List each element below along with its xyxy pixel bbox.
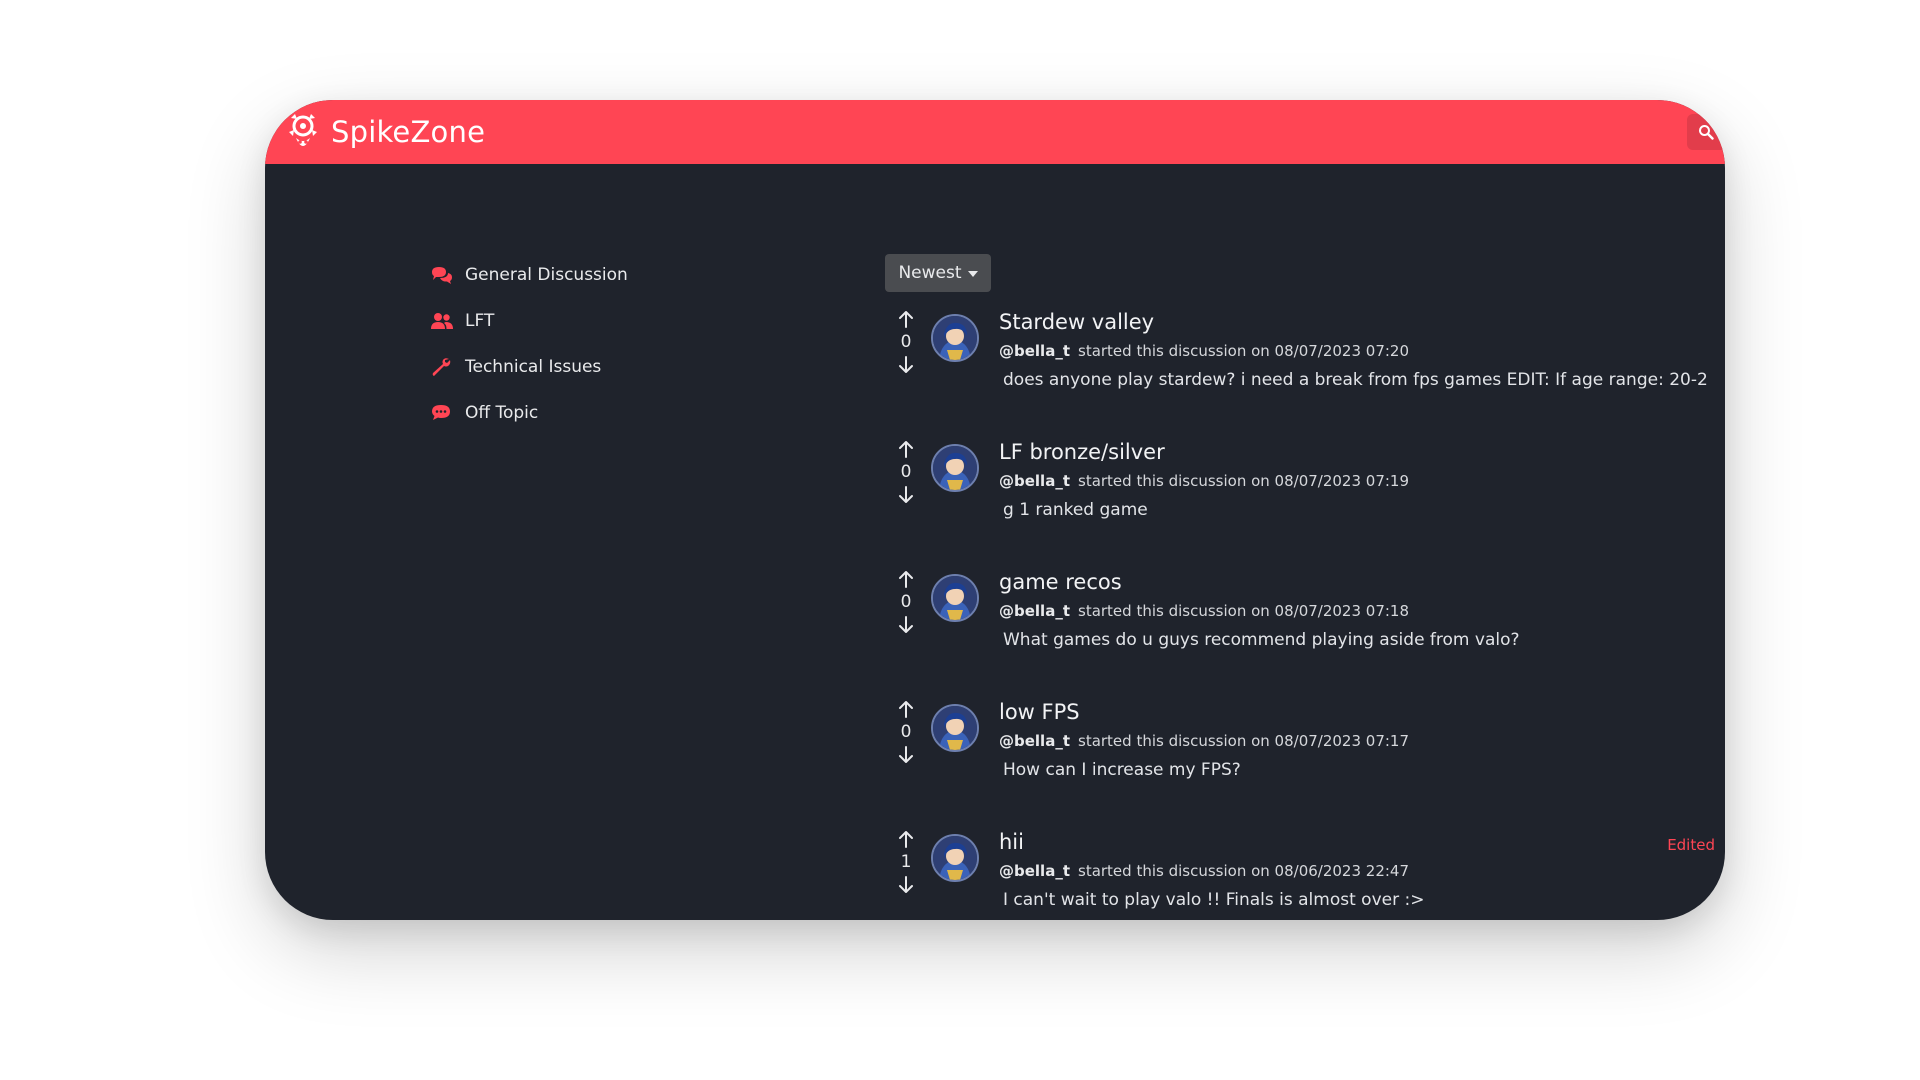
avatar[interactable] [931, 574, 979, 622]
discussion-item[interactable]: 0 game recos @bella_t started this discus… [891, 570, 1725, 700]
wrench-icon [431, 356, 457, 378]
brand-name: SpikeZone [331, 115, 486, 149]
post-title[interactable]: low FPS [999, 700, 1080, 724]
vote-control: 1 [891, 830, 921, 894]
app-window: SpikeZone General Discussion LFT Technic… [265, 100, 1725, 920]
post-meta: @bella_t started this discussion on 08/07… [999, 342, 1409, 360]
discussion-list: 0 Stardew valley @bella_tstarted this di… [891, 310, 1725, 920]
post-excerpt: How can I increase my FPS? [1003, 760, 1241, 780]
post-title[interactable]: LF bronze/silver [999, 440, 1165, 464]
discussion-item[interactable]: 1 hii @bella_t started this discussion on… [891, 830, 1725, 920]
search-button[interactable] [1687, 114, 1725, 150]
post-meta: @bella_t started this discussion on 08/07… [999, 732, 1409, 750]
post-author[interactable]: @bella_t [999, 602, 1070, 620]
post-timestamp: started this discussion on 08/07/2023 07… [1078, 342, 1410, 360]
post-excerpt: g 1 ranked game [1003, 500, 1148, 520]
sidebar-item-label: Technical Issues [465, 357, 602, 377]
post-meta: @bella_t started this discussion on 08/07… [999, 472, 1409, 490]
sidebar-item-technical-issues[interactable]: Technical Issues [431, 344, 628, 390]
sidebar-item-off-topic[interactable]: Off Topic [431, 390, 628, 436]
spike-logo-icon [289, 114, 317, 146]
downvote-arrow-icon[interactable] [898, 746, 914, 764]
upvote-arrow-icon[interactable] [898, 700, 914, 718]
vote-count: 1 [900, 852, 912, 872]
post-title[interactable]: hii [999, 830, 1024, 854]
post-author[interactable]: @bella_t [999, 862, 1070, 880]
upvote-arrow-icon[interactable] [898, 830, 914, 848]
vote-control: 0 [891, 440, 921, 504]
vote-control: 0 [891, 310, 921, 374]
upvote-arrow-icon[interactable] [898, 570, 914, 588]
post-timestamp: started this discussion on 08/07/2023 07… [1078, 732, 1410, 750]
avatar[interactable] [931, 444, 979, 492]
post-timestamp: started this discussion on 08/07/2023 07… [1078, 472, 1410, 490]
vote-count: 0 [900, 592, 912, 612]
sidebar-item-label: General Discussion [465, 265, 628, 285]
downvote-arrow-icon[interactable] [898, 876, 914, 894]
vote-count: 0 [900, 332, 912, 352]
comment-dots-icon [431, 402, 457, 424]
category-sidebar: General Discussion LFT Technical Issues [431, 252, 628, 436]
vote-control: 0 [891, 700, 921, 764]
post-timestamp: started this discussion on 08/06/2023 22… [1078, 862, 1410, 880]
upvote-arrow-icon[interactable] [898, 310, 914, 328]
post-author[interactable]: @bella_t [999, 732, 1070, 750]
post-author[interactable]: @bella_t [999, 472, 1070, 490]
vote-count: 0 [900, 462, 912, 482]
sidebar-item-label: Off Topic [465, 403, 539, 423]
edited-label: Edited [1667, 836, 1715, 854]
post-timestamp: started this discussion on 08/07/2023 07… [1078, 602, 1410, 620]
downvote-arrow-icon[interactable] [898, 356, 914, 374]
post-meta: @bella_t started this discussion on 08/06… [999, 862, 1409, 880]
sidebar-item-general-discussion[interactable]: General Discussion [431, 252, 628, 298]
post-title[interactable]: Stardew valley [999, 310, 1154, 334]
post-title[interactable]: game recos [999, 570, 1122, 594]
post-author[interactable]: @bella_t [999, 342, 1070, 360]
discussion-item[interactable]: 0 LF bronze/silver @bella_t started this … [891, 440, 1725, 570]
chevron-down-icon [967, 271, 978, 277]
search-icon [1699, 125, 1714, 140]
post-excerpt: What games do u guys recommend playing a… [1003, 630, 1520, 650]
chat-bubbles-icon [431, 264, 457, 286]
downvote-arrow-icon[interactable] [898, 616, 914, 634]
users-icon [431, 310, 457, 332]
avatar[interactable] [931, 834, 979, 882]
vote-count: 0 [900, 722, 912, 742]
brand[interactable]: SpikeZone [281, 108, 485, 156]
post-excerpt: I can't wait to play valo !! Finals is a… [1003, 890, 1425, 910]
upvote-arrow-icon[interactable] [898, 440, 914, 458]
sort-dropdown[interactable]: Newest [885, 254, 991, 292]
avatar[interactable] [931, 314, 979, 362]
post-meta: @bella_t started this discussion on 08/07… [999, 602, 1409, 620]
sidebar-item-lft[interactable]: LFT [431, 298, 628, 344]
discussion-item[interactable]: 0 Stardew valley @bella_t started this di… [891, 310, 1725, 440]
top-nav-bar: SpikeZone [265, 100, 1725, 164]
vote-control: 0 [891, 570, 921, 634]
discussion-item[interactable]: 0 low FPS @bella_t started this discussio… [891, 700, 1725, 830]
downvote-arrow-icon[interactable] [898, 486, 914, 504]
post-excerpt: does anyone play stardew? i need a break… [1003, 370, 1708, 390]
sidebar-item-label: LFT [465, 311, 495, 331]
avatar[interactable] [931, 704, 979, 752]
sort-selected-label: Newest [898, 263, 962, 283]
